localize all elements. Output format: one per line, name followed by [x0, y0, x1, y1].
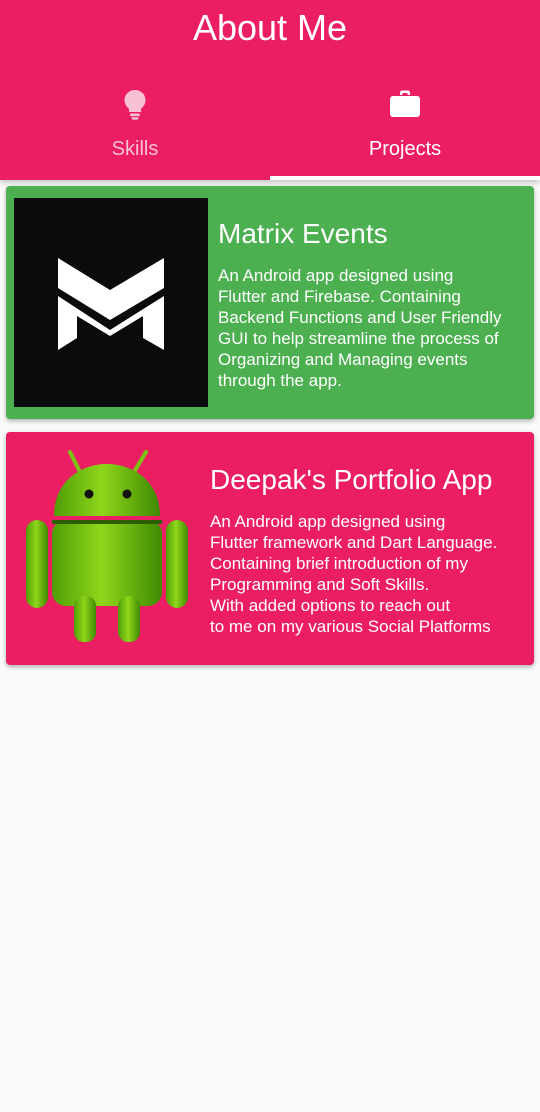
project-title: Matrix Events	[218, 218, 388, 249]
project-title: Deepak's Portfolio App	[210, 464, 493, 495]
project-description: An Android app designed using Flutter an…	[218, 266, 502, 390]
tab-skills-label: Skills	[111, 138, 159, 160]
tab-skills[interactable]: Skills	[0, 78, 270, 180]
android-robot-image	[20, 446, 192, 650]
matrix-events-logo	[14, 198, 208, 407]
project-card-portfolio-app[interactable]: Deepak's Portfolio App An Android app de…	[6, 432, 534, 665]
page-title: About Me	[192, 7, 348, 48]
tab-projects-label: Projects	[368, 138, 442, 160]
selected-tab-indicator	[270, 176, 540, 180]
project-card-matrix-events[interactable]: Matrix Events An Android app designed us…	[6, 186, 534, 419]
project-description: An Android app designed using Flutter fr…	[210, 512, 498, 636]
lightbulb-icon	[124, 90, 146, 120]
briefcase-icon	[390, 90, 420, 117]
app-bar: About Me Skills Projects	[0, 0, 540, 180]
tab-projects[interactable]: Projects	[270, 78, 540, 180]
